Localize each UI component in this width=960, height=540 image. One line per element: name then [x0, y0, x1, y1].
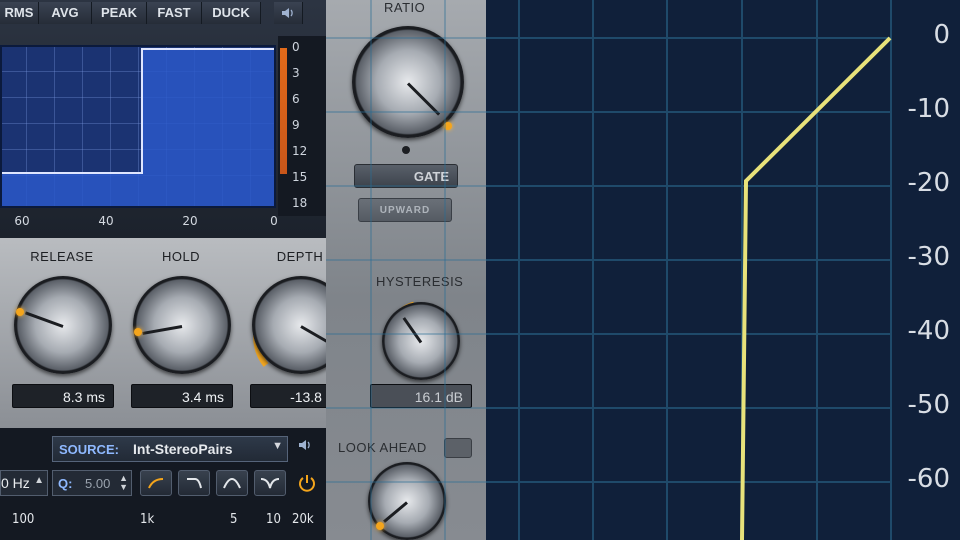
db-label: -10 [907, 94, 950, 124]
speaker-icon[interactable] [274, 2, 303, 24]
db-label: -20 [907, 168, 950, 198]
scale-label: 12 [292, 144, 308, 158]
time-tick: 60 [14, 214, 30, 228]
upward-button[interactable]: UPWARD [358, 198, 452, 222]
db-label: -60 [907, 464, 950, 494]
power-icon[interactable] [296, 472, 318, 494]
notch-filter-button[interactable] [254, 470, 286, 496]
speaker-icon[interactable] [298, 438, 320, 458]
db-label: 0 [933, 20, 950, 50]
mode-button-duck[interactable]: DUCK [202, 2, 261, 24]
highpass-icon [148, 478, 164, 489]
scale-label: 6 [292, 92, 300, 106]
ghost-gridline [326, 407, 486, 409]
frequency-tick: 20k [292, 512, 314, 527]
ghost-gridline [326, 259, 486, 261]
release-value[interactable]: 8.3 ms [12, 384, 114, 408]
frequency-tick: 5 [230, 512, 238, 527]
db-label: -50 [907, 390, 950, 420]
frequency-field[interactable]: 0 Hz ▲ [0, 470, 48, 496]
notch-icon [260, 478, 280, 489]
release-knob[interactable] [14, 276, 112, 374]
mode-button-rms[interactable]: RMS [0, 2, 39, 24]
q-value: 5.00 [85, 476, 111, 491]
q-label: Q: [58, 476, 73, 491]
mode-button-avg[interactable]: AVG [39, 2, 92, 24]
lowpass-filter-button[interactable] [178, 470, 210, 496]
look-ahead-toggle[interactable] [444, 438, 472, 458]
scale-label: 18 [292, 196, 308, 210]
ghost-gridline [370, 0, 372, 540]
gain-reduction-history-graph [0, 45, 276, 208]
meter-bar [280, 48, 287, 174]
hold-knob[interactable] [133, 276, 231, 374]
time-tick: 0 [270, 214, 278, 228]
ghost-gridline [326, 37, 486, 39]
highpass-filter-button[interactable] [140, 470, 172, 496]
lowpass-icon [187, 478, 202, 489]
scale-label: 9 [292, 118, 300, 132]
time-tick: 20 [182, 214, 198, 228]
hysteresis-knob[interactable] [382, 302, 460, 380]
source-label: SOURCE: [59, 442, 119, 457]
ratio-knob[interactable] [352, 26, 464, 138]
hysteresis-value[interactable]: 16.1 dB [370, 384, 472, 408]
ratio-label: RATIO [384, 0, 426, 15]
frequency-tick: 1k [140, 512, 155, 527]
q-field[interactable]: Q: 5.00 ▲ ▼ [52, 470, 132, 496]
depth-label: DEPTH [276, 249, 324, 264]
source-selector[interactable]: SOURCE: Int-StereoPairs ▼ [52, 436, 288, 462]
meter-scale: 0 3 6 9 12 15 18 [278, 36, 326, 216]
chevron-down-icon: ▼ [272, 440, 283, 452]
hysteresis-label: HYSTERESIS [376, 274, 464, 289]
mode-button-fast[interactable]: FAST [147, 2, 202, 24]
ghost-gridline [326, 333, 486, 335]
transfer-curve [740, 36, 892, 540]
frequency-tick: 100 [12, 512, 35, 527]
scale-label: 0 [292, 40, 300, 54]
q-spinner-icon[interactable]: ▲ ▼ [119, 474, 128, 492]
db-label: -30 [907, 242, 950, 272]
scale-label: 3 [292, 66, 300, 80]
time-tick: 40 [98, 214, 114, 228]
hold-value[interactable]: 3.4 ms [131, 384, 233, 408]
db-label: -40 [907, 316, 950, 346]
source-value: Int-StereoPairs [133, 441, 233, 457]
bandpass-filter-button[interactable] [216, 470, 248, 496]
transfer-curve-graph[interactable]: 0 -10 -20 -30 -40 -50 -60 [486, 0, 960, 540]
frequency-spinner-icon[interactable]: ▲ [34, 475, 44, 486]
look-ahead-knob[interactable] [368, 462, 446, 540]
ghost-gridline [326, 111, 486, 113]
bandpass-icon [223, 477, 241, 489]
ratio-led [402, 146, 410, 154]
frequency-tick: 10 [266, 512, 281, 527]
hold-label: HOLD [161, 249, 201, 264]
scale-label: 15 [292, 170, 308, 184]
mode-button-peak[interactable]: PEAK [92, 2, 147, 24]
gain-history-line [2, 48, 274, 174]
look-ahead-label: LOOK AHEAD [338, 440, 427, 455]
ghost-gridline [326, 185, 486, 187]
ghost-gridline [326, 481, 486, 483]
release-label: RELEASE [30, 249, 94, 264]
frequency-value: 0 Hz [1, 475, 30, 491]
ghost-gridline [444, 0, 446, 540]
